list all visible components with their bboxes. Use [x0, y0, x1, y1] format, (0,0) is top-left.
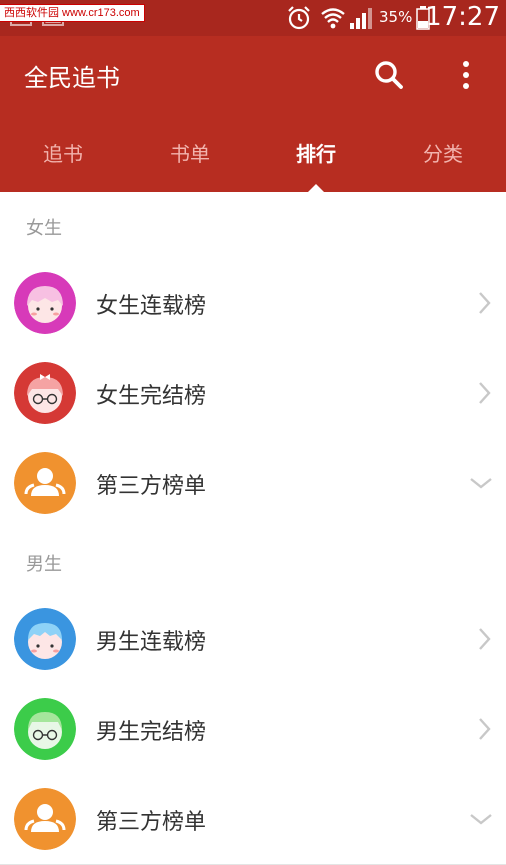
section-title: 男生 [26, 554, 62, 575]
clock: 17:27 [425, 2, 500, 32]
chevron-right-icon [479, 628, 491, 650]
people-icon [14, 452, 76, 514]
list-item-male-thirdparty[interactable]: 第三方榜单 [0, 774, 506, 865]
battery-percent: 35% [379, 8, 413, 26]
boy-face-icon [14, 608, 76, 670]
chevron-right-icon [479, 718, 491, 740]
tab-label: 分类 [423, 142, 463, 166]
list-item-female-thirdparty[interactable]: 第三方榜单 [0, 438, 506, 529]
tab-label: 追书 [43, 142, 83, 166]
row-label: 女生连载榜 [96, 294, 207, 319]
row-label: 女生完结榜 [96, 384, 207, 409]
chevron-right-icon [479, 382, 491, 404]
section-title: 女生 [26, 218, 62, 239]
row-label: 男生完结榜 [96, 720, 207, 745]
row-label: 第三方榜单 [96, 474, 207, 499]
more-options-icon[interactable] [452, 58, 480, 92]
section-header-female: 女生 [0, 192, 506, 258]
app-bar: 全民追书 追书 书单 排行 分类 [0, 36, 506, 192]
girl-glasses-icon [14, 362, 76, 424]
search-icon[interactable] [372, 58, 406, 92]
chevron-down-icon [470, 478, 492, 489]
list-item-female-complete[interactable]: 女生完结榜 [0, 348, 506, 439]
tab-category[interactable]: 分类 [380, 132, 506, 192]
row-label: 第三方榜单 [96, 810, 207, 835]
boy-glasses-icon [14, 698, 76, 760]
tab-label: 排行 [296, 142, 336, 166]
list-item-male-serial[interactable]: 男生连载榜 [0, 594, 506, 685]
tab-follow[interactable]: 追书 [0, 132, 126, 192]
ranking-list: 女生 女生连载榜 女生完结榜 第三方榜单 男生 男生连载榜 男生完结榜 第三方榜… [0, 192, 506, 865]
girl-face-icon [14, 272, 76, 334]
watermark: 西西软件园 www.cr173.com [0, 4, 145, 22]
tab-bar: 追书 书单 排行 分类 [0, 132, 506, 192]
row-label: 男生连载榜 [96, 630, 207, 655]
app-title: 全民追书 [24, 64, 120, 92]
tab-ranking[interactable]: 排行 [253, 132, 379, 192]
wifi-icon [321, 8, 345, 29]
list-item-male-complete[interactable]: 男生完结榜 [0, 684, 506, 775]
chevron-down-icon [470, 814, 492, 825]
signal-icon [350, 8, 372, 29]
section-header-male: 男生 [0, 528, 506, 594]
tab-label: 书单 [170, 142, 210, 166]
alarm-icon [288, 6, 310, 30]
chevron-right-icon [479, 292, 491, 314]
status-bar: 西西软件园 www.cr173.com 35% 17:27 [0, 0, 506, 36]
active-tab-indicator [308, 184, 324, 192]
tab-booklist[interactable]: 书单 [127, 132, 253, 192]
list-item-female-serial[interactable]: 女生连载榜 [0, 258, 506, 349]
people-icon [14, 788, 76, 850]
